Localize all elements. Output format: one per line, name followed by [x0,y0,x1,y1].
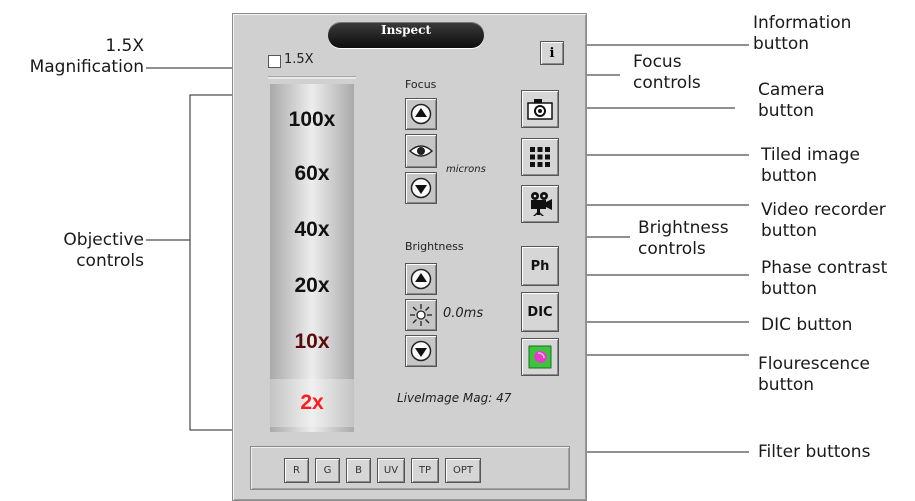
objective-controls: 100x 60x 40x 20x 10x 2x [270,84,354,432]
filter-b-button[interactable]: B [346,458,371,483]
camera-button[interactable] [521,90,559,128]
up-arrow-icon [410,103,432,125]
inspect-panel: Inspect i 1.5X 100x 60x 40x 20x 10x 2x F… [232,13,587,501]
objective-2x[interactable]: 2x [270,379,354,427]
callout-video-recorder-button: Video recorder button [761,200,886,241]
callout-tiled-image-button: Tiled image button [761,145,860,186]
brightness-label: Brightness [405,240,464,253]
callout-information-button: Information button [753,13,852,54]
objective-10x[interactable]: 10x [270,318,354,366]
fluorescence-button[interactable] [521,338,559,376]
callout-dic-button: DIC button [761,315,853,335]
focus-eye-button[interactable] [405,134,437,168]
brightness-up-button[interactable] [405,263,437,295]
magnification-checkbox-label: 1.5X [284,52,314,67]
filter-opt-button[interactable]: OPT [445,458,481,483]
filter-g-button[interactable]: G [315,458,340,483]
filter-buttons: R G B UV TP OPT [250,446,570,490]
brightness-sun-button[interactable] [405,299,437,331]
callout-fluorescence-button: Flourescence button [758,354,870,395]
grid-icon [530,147,550,167]
objective-100x[interactable]: 100x [270,96,354,144]
tiled-image-button[interactable] [521,138,559,176]
information-button[interactable]: i [540,41,564,65]
magnification-divider [268,76,356,79]
callout-focus-controls: Focus controls [633,52,701,93]
fluorescence-icon [528,345,552,369]
callout-magnification: 1.5X Magnification [29,36,144,77]
objective-60x[interactable]: 60x [270,150,354,198]
up-arrow-icon [410,268,432,290]
focus-unit: microns [446,164,486,175]
focus-label: Focus [405,78,437,91]
brightness-value: 0.0ms [443,306,484,321]
filter-uv-button[interactable]: UV [377,458,405,483]
video-camera-icon [531,192,552,216]
objective-20x[interactable]: 20x [270,262,354,310]
camera-icon [527,99,553,120]
live-image-magnification: LiveImage Mag: 47 [397,391,512,405]
dic-label: DIC [527,304,553,320]
eye-icon [408,145,434,157]
focus-down-button[interactable] [405,172,437,204]
video-recorder-button[interactable] [521,185,559,223]
filter-tp-button[interactable]: TP [411,458,439,483]
down-arrow-icon [410,340,432,362]
phase-contrast-label: Ph [530,258,550,274]
brightness-down-button[interactable] [405,335,437,367]
panel-title: Inspect [328,23,484,48]
focus-up-button[interactable] [405,98,437,130]
callout-phase-contrast-button: Phase contrast button [761,258,888,299]
down-arrow-icon [410,177,432,199]
objective-40x[interactable]: 40x [270,206,354,254]
callout-objective-controls: Objective controls [63,230,144,271]
callout-camera-button: Camera button [758,80,825,121]
phase-contrast-button[interactable]: Ph [521,246,559,286]
info-icon: i [549,45,555,61]
dic-button[interactable]: DIC [521,292,559,332]
sun-icon [410,304,432,326]
callout-filter-buttons: Filter buttons [758,442,871,462]
callout-brightness-controls: Brightness controls [638,218,729,259]
magnification-checkbox[interactable] [268,55,281,68]
filter-r-button[interactable]: R [284,458,309,483]
